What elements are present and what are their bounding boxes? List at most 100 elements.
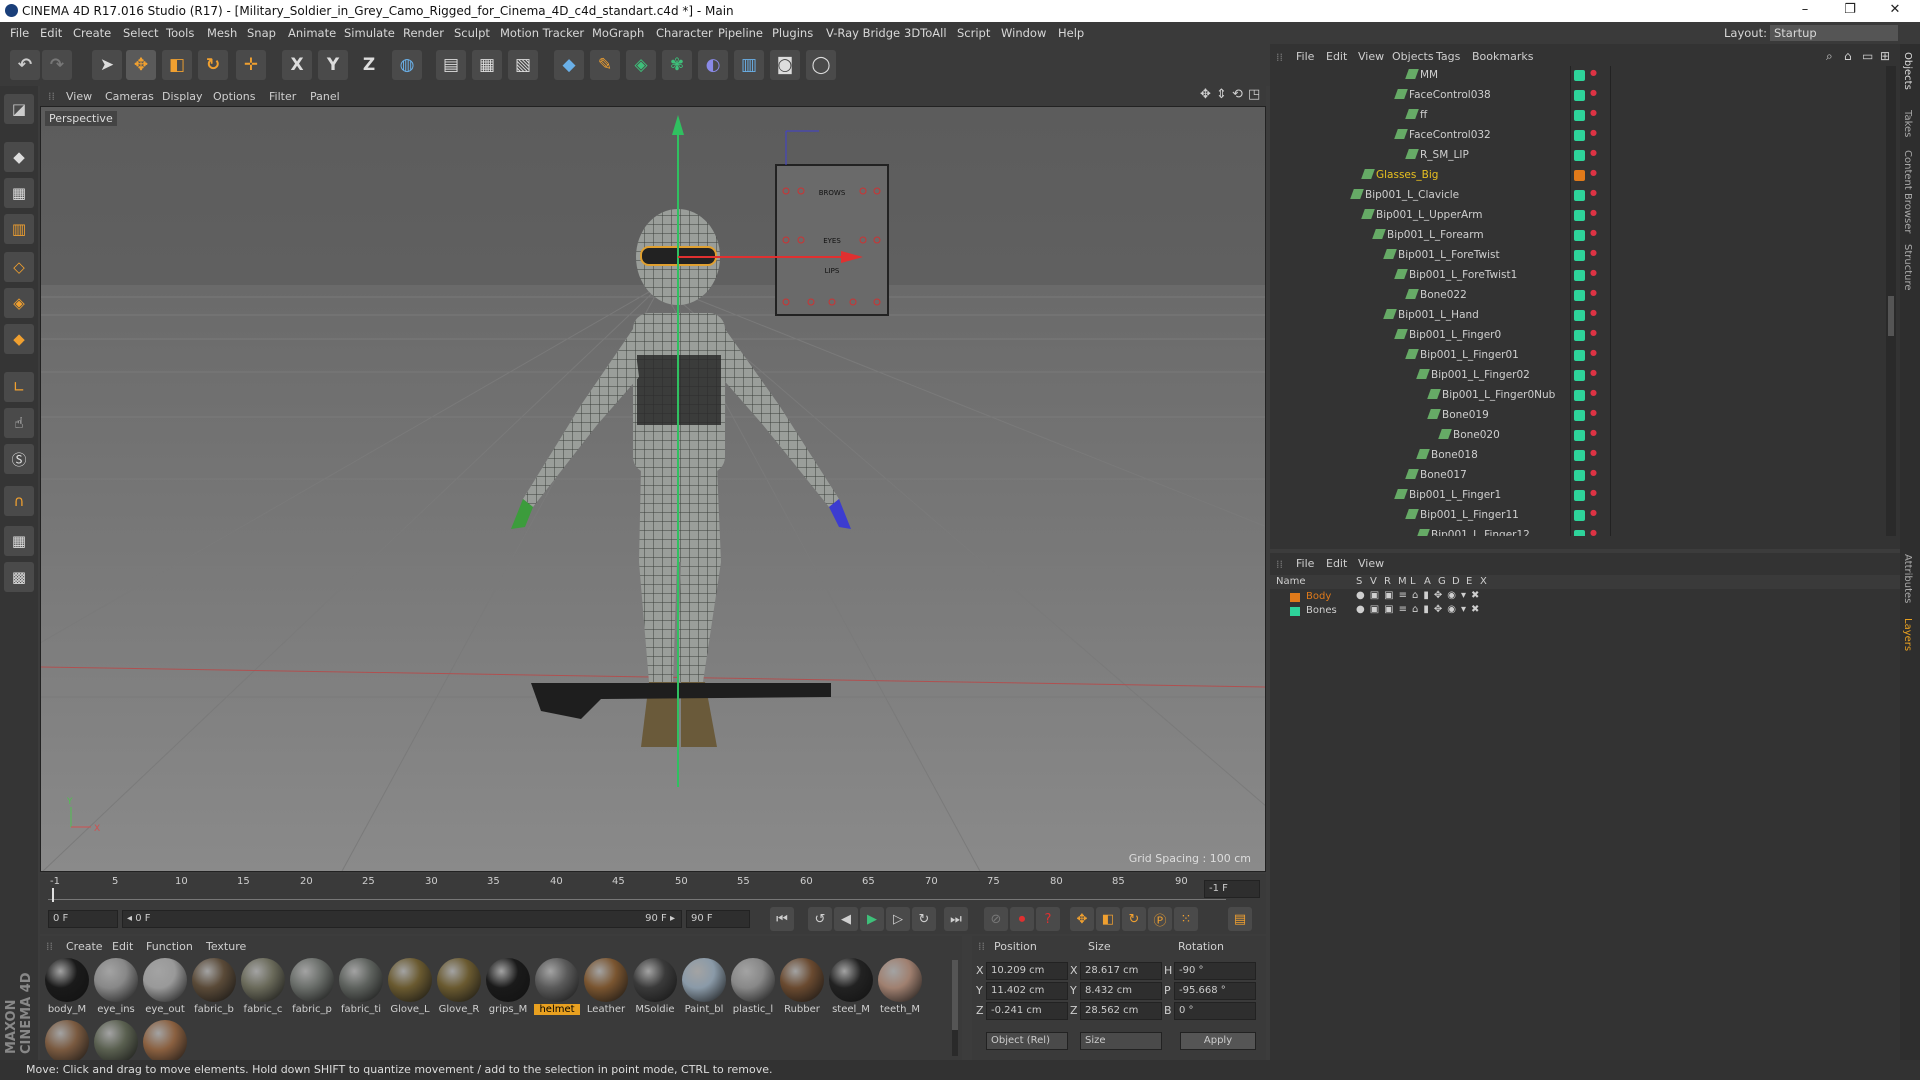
- size-mode-dropdown[interactable]: Size: [1080, 1032, 1162, 1050]
- coordinate-system-button[interactable]: ◍: [392, 50, 422, 80]
- make-editable-button[interactable]: ◪: [4, 94, 34, 124]
- menu-help[interactable]: Help: [1058, 26, 1084, 40]
- menu-create[interactable]: Create: [73, 26, 111, 40]
- key-pla-button[interactable]: ⁙: [1174, 907, 1198, 931]
- layers-menu-edit[interactable]: Edit: [1326, 557, 1347, 570]
- visibility-dots-icon[interactable]: ●: [1590, 328, 1597, 337]
- position-y-field[interactable]: 11.402 cm: [986, 982, 1068, 1000]
- z-axis-button[interactable]: Z: [354, 50, 384, 80]
- tab-objects[interactable]: Objects: [1902, 52, 1913, 90]
- layer-color-tag[interactable]: [1574, 470, 1585, 481]
- material-swatch[interactable]: teeth_M: [877, 958, 923, 1018]
- deformer-button[interactable]: ◐: [698, 50, 728, 80]
- visibility-dots-icon[interactable]: ●: [1590, 428, 1597, 437]
- size-y-field[interactable]: 8.432 cm: [1080, 982, 1162, 1000]
- x-axis-button[interactable]: X: [282, 50, 312, 80]
- object-row[interactable]: FaceControl032 ●: [1270, 126, 1900, 146]
- edges-mode-button[interactable]: ◈: [4, 288, 34, 318]
- record-keys-button[interactable]: ⊘: [984, 907, 1008, 931]
- objects-menu-objects[interactable]: Objects: [1392, 50, 1434, 63]
- visibility-dots-icon[interactable]: ●: [1590, 508, 1597, 517]
- expand-icon[interactable]: ⊞: [1880, 49, 1890, 63]
- autokey-button[interactable]: ⏺: [1010, 907, 1034, 931]
- material-swatch[interactable]: Glove_L: [387, 958, 433, 1018]
- menu-animate[interactable]: Animate: [288, 26, 336, 40]
- playhead[interactable]: [52, 888, 54, 902]
- object-row[interactable]: Bone020 ●: [1270, 426, 1900, 446]
- key-rotation-button[interactable]: ↻: [1122, 907, 1146, 931]
- tab-structure[interactable]: Structure: [1902, 244, 1913, 291]
- material-menu-function[interactable]: Function: [146, 940, 193, 953]
- menu-tools[interactable]: Tools: [166, 26, 194, 40]
- material-scrollbar[interactable]: [952, 960, 958, 1056]
- minimize-button[interactable]: –: [1790, 2, 1820, 17]
- grid-button[interactable]: ▦: [4, 526, 34, 556]
- objects-menu-file[interactable]: File: [1296, 50, 1314, 63]
- visibility-dots-icon[interactable]: ●: [1590, 408, 1597, 417]
- points-mode-button[interactable]: ◇: [4, 252, 34, 282]
- material-swatch[interactable]: MSoldie: [632, 958, 678, 1018]
- layer-name[interactable]: Body: [1306, 591, 1331, 602]
- goto-end-button[interactable]: ⏭: [944, 907, 968, 931]
- visibility-dots-icon[interactable]: ●: [1590, 88, 1597, 97]
- pen-spline-button[interactable]: ✎: [590, 50, 620, 80]
- keyframe-selection-button[interactable]: ?: [1036, 907, 1060, 931]
- objects-menu-edit[interactable]: Edit: [1326, 50, 1347, 63]
- position-x-field[interactable]: 10.209 cm: [986, 962, 1068, 980]
- layer-color-tag[interactable]: [1574, 350, 1585, 361]
- tab-layers[interactable]: Layers: [1902, 618, 1913, 651]
- visibility-dots-icon[interactable]: ●: [1590, 268, 1597, 277]
- object-row[interactable]: Bone018 ●: [1270, 446, 1900, 466]
- timeline-end-field[interactable]: -1 F: [1204, 880, 1260, 898]
- menu-edit[interactable]: Edit: [40, 26, 62, 40]
- render-picture-viewer-button[interactable]: ▦: [472, 50, 502, 80]
- scale-tool-button[interactable]: ◧: [162, 50, 192, 80]
- polygons-mode-button[interactable]: ◆: [4, 324, 34, 354]
- layer-color-tag[interactable]: [1574, 230, 1585, 241]
- layer-color-tag[interactable]: [1574, 270, 1585, 281]
- floor-button[interactable]: ▥: [734, 50, 764, 80]
- objects-menu-bookmarks[interactable]: Bookmarks: [1472, 50, 1533, 63]
- visibility-dots-icon[interactable]: ●: [1590, 348, 1597, 357]
- viewport-menu-view[interactable]: View: [66, 90, 92, 103]
- layer-color-tag[interactable]: [1574, 390, 1585, 401]
- home-icon[interactable]: ⌂: [1844, 49, 1852, 63]
- object-row[interactable]: Bip001_L_Finger02 ●: [1270, 366, 1900, 386]
- layer-color-tag[interactable]: [1574, 310, 1585, 321]
- camera-button[interactable]: ◙: [770, 50, 800, 80]
- viewport-menu-cameras[interactable]: Cameras: [105, 90, 154, 103]
- layer-color-tag[interactable]: [1574, 510, 1585, 521]
- visibility-dots-icon[interactable]: ●: [1590, 188, 1597, 197]
- layer-color-tag[interactable]: [1574, 190, 1585, 201]
- visibility-dots-icon[interactable]: ●: [1590, 148, 1597, 157]
- object-row[interactable]: Bip001_L_Finger0Nub ●: [1270, 386, 1900, 406]
- layer-color-tag[interactable]: [1574, 490, 1585, 501]
- material-swatch[interactable]: fabric_b: [191, 958, 237, 1018]
- visibility-dots-icon[interactable]: ●: [1590, 228, 1597, 237]
- visibility-dots-icon[interactable]: ●: [1590, 488, 1597, 497]
- material-swatch[interactable]: plastic_l: [730, 958, 776, 1018]
- undo-button[interactable]: ↶: [10, 50, 40, 80]
- object-row[interactable]: Bone022 ●: [1270, 286, 1900, 306]
- key-scale-button[interactable]: ◧: [1096, 907, 1120, 931]
- size-x-field[interactable]: 28.617 cm: [1080, 962, 1162, 980]
- close-button[interactable]: ✕: [1880, 2, 1910, 17]
- play-button[interactable]: ▶: [860, 907, 884, 931]
- window-icon[interactable]: ▭: [1862, 49, 1873, 63]
- size-z-field[interactable]: 28.562 cm: [1080, 1002, 1162, 1020]
- render-settings-button[interactable]: ▧: [508, 50, 538, 80]
- position-z-field[interactable]: -0.241 cm: [986, 1002, 1068, 1020]
- material-swatch[interactable]: fabric_p: [289, 958, 335, 1018]
- menu-mograph[interactable]: MoGraph: [592, 26, 644, 40]
- viewport-menu-display[interactable]: Display: [162, 90, 203, 103]
- timeline-window-button[interactable]: ▤: [1228, 907, 1252, 931]
- visibility-dots-icon[interactable]: ●: [1590, 248, 1597, 257]
- visibility-dots-icon[interactable]: ●: [1590, 388, 1597, 397]
- snap-button[interactable]: Ⓢ: [4, 444, 34, 474]
- texture-mode-button[interactable]: ▦: [4, 178, 34, 208]
- y-axis-button[interactable]: Y: [318, 50, 348, 80]
- object-row[interactable]: Bip001_L_Hand ●: [1270, 306, 1900, 326]
- layer-color-tag[interactable]: [1574, 70, 1585, 81]
- layer-color-tag[interactable]: [1574, 150, 1585, 161]
- layer-color-tag[interactable]: [1574, 210, 1585, 221]
